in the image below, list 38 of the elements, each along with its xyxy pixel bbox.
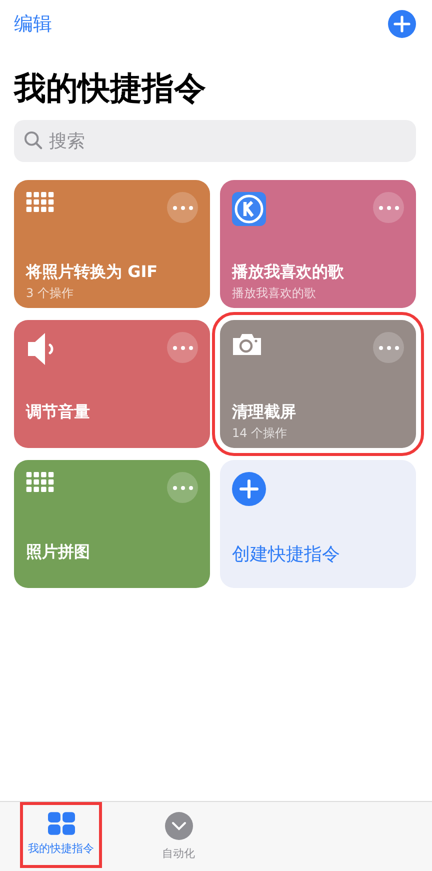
shortcut-title: 照片拼图 [26, 542, 91, 563]
more-button[interactable] [167, 472, 198, 503]
shortcut-subtitle: 14 个操作 [232, 425, 288, 442]
camera-icon [232, 332, 262, 356]
more-icon [172, 346, 192, 350]
shortcut-subtitle: 3 个操作 [26, 285, 74, 302]
shortcut-title: 清理截屏 [232, 402, 297, 423]
more-icon [172, 486, 192, 490]
edit-button[interactable]: 编辑 [14, 11, 52, 37]
more-icon [378, 346, 398, 350]
more-button[interactable] [373, 332, 404, 363]
add-icon [232, 472, 266, 506]
more-icon [172, 206, 192, 210]
more-button[interactable] [167, 192, 198, 223]
shortcut-subtitle: 播放我喜欢的歌 [232, 285, 317, 302]
grid-icon [26, 192, 54, 213]
shortcut-card[interactable]: 调节音量 [14, 320, 210, 448]
more-button[interactable] [373, 192, 404, 223]
check-icon [164, 812, 192, 840]
create-label: 创建快捷指令 [232, 543, 341, 566]
shortcut-title: 调节音量 [26, 402, 91, 423]
shortcut-card[interactable]: 播放我喜欢的歌 播放我喜欢的歌 [220, 180, 416, 308]
tab[interactable]: 自动化 [154, 802, 203, 868]
more-button[interactable] [167, 332, 198, 363]
page-title: 我的快捷指令 [14, 68, 207, 108]
more-icon [378, 206, 398, 210]
create-card[interactable]: 创建快捷指令 [220, 460, 416, 588]
shortcut-card[interactable]: 照片拼图 [14, 460, 210, 588]
tab[interactable]: 我的快捷指令 [20, 802, 102, 868]
shortcut-title: 播放我喜欢的歌 [232, 262, 345, 283]
shortcut-card[interactable]: 清理截屏 14 个操作 [220, 320, 416, 448]
shortcut-title: 将照片转换为 GIF [26, 262, 159, 283]
grid-icon [48, 812, 74, 835]
shortcut-card[interactable]: 将照片转换为 GIF 3 个操作 [14, 180, 210, 308]
search-field[interactable]: 搜索 [14, 120, 416, 162]
app-icon [232, 192, 266, 226]
add-icon[interactable] [388, 10, 416, 38]
grid-icon [26, 472, 54, 493]
